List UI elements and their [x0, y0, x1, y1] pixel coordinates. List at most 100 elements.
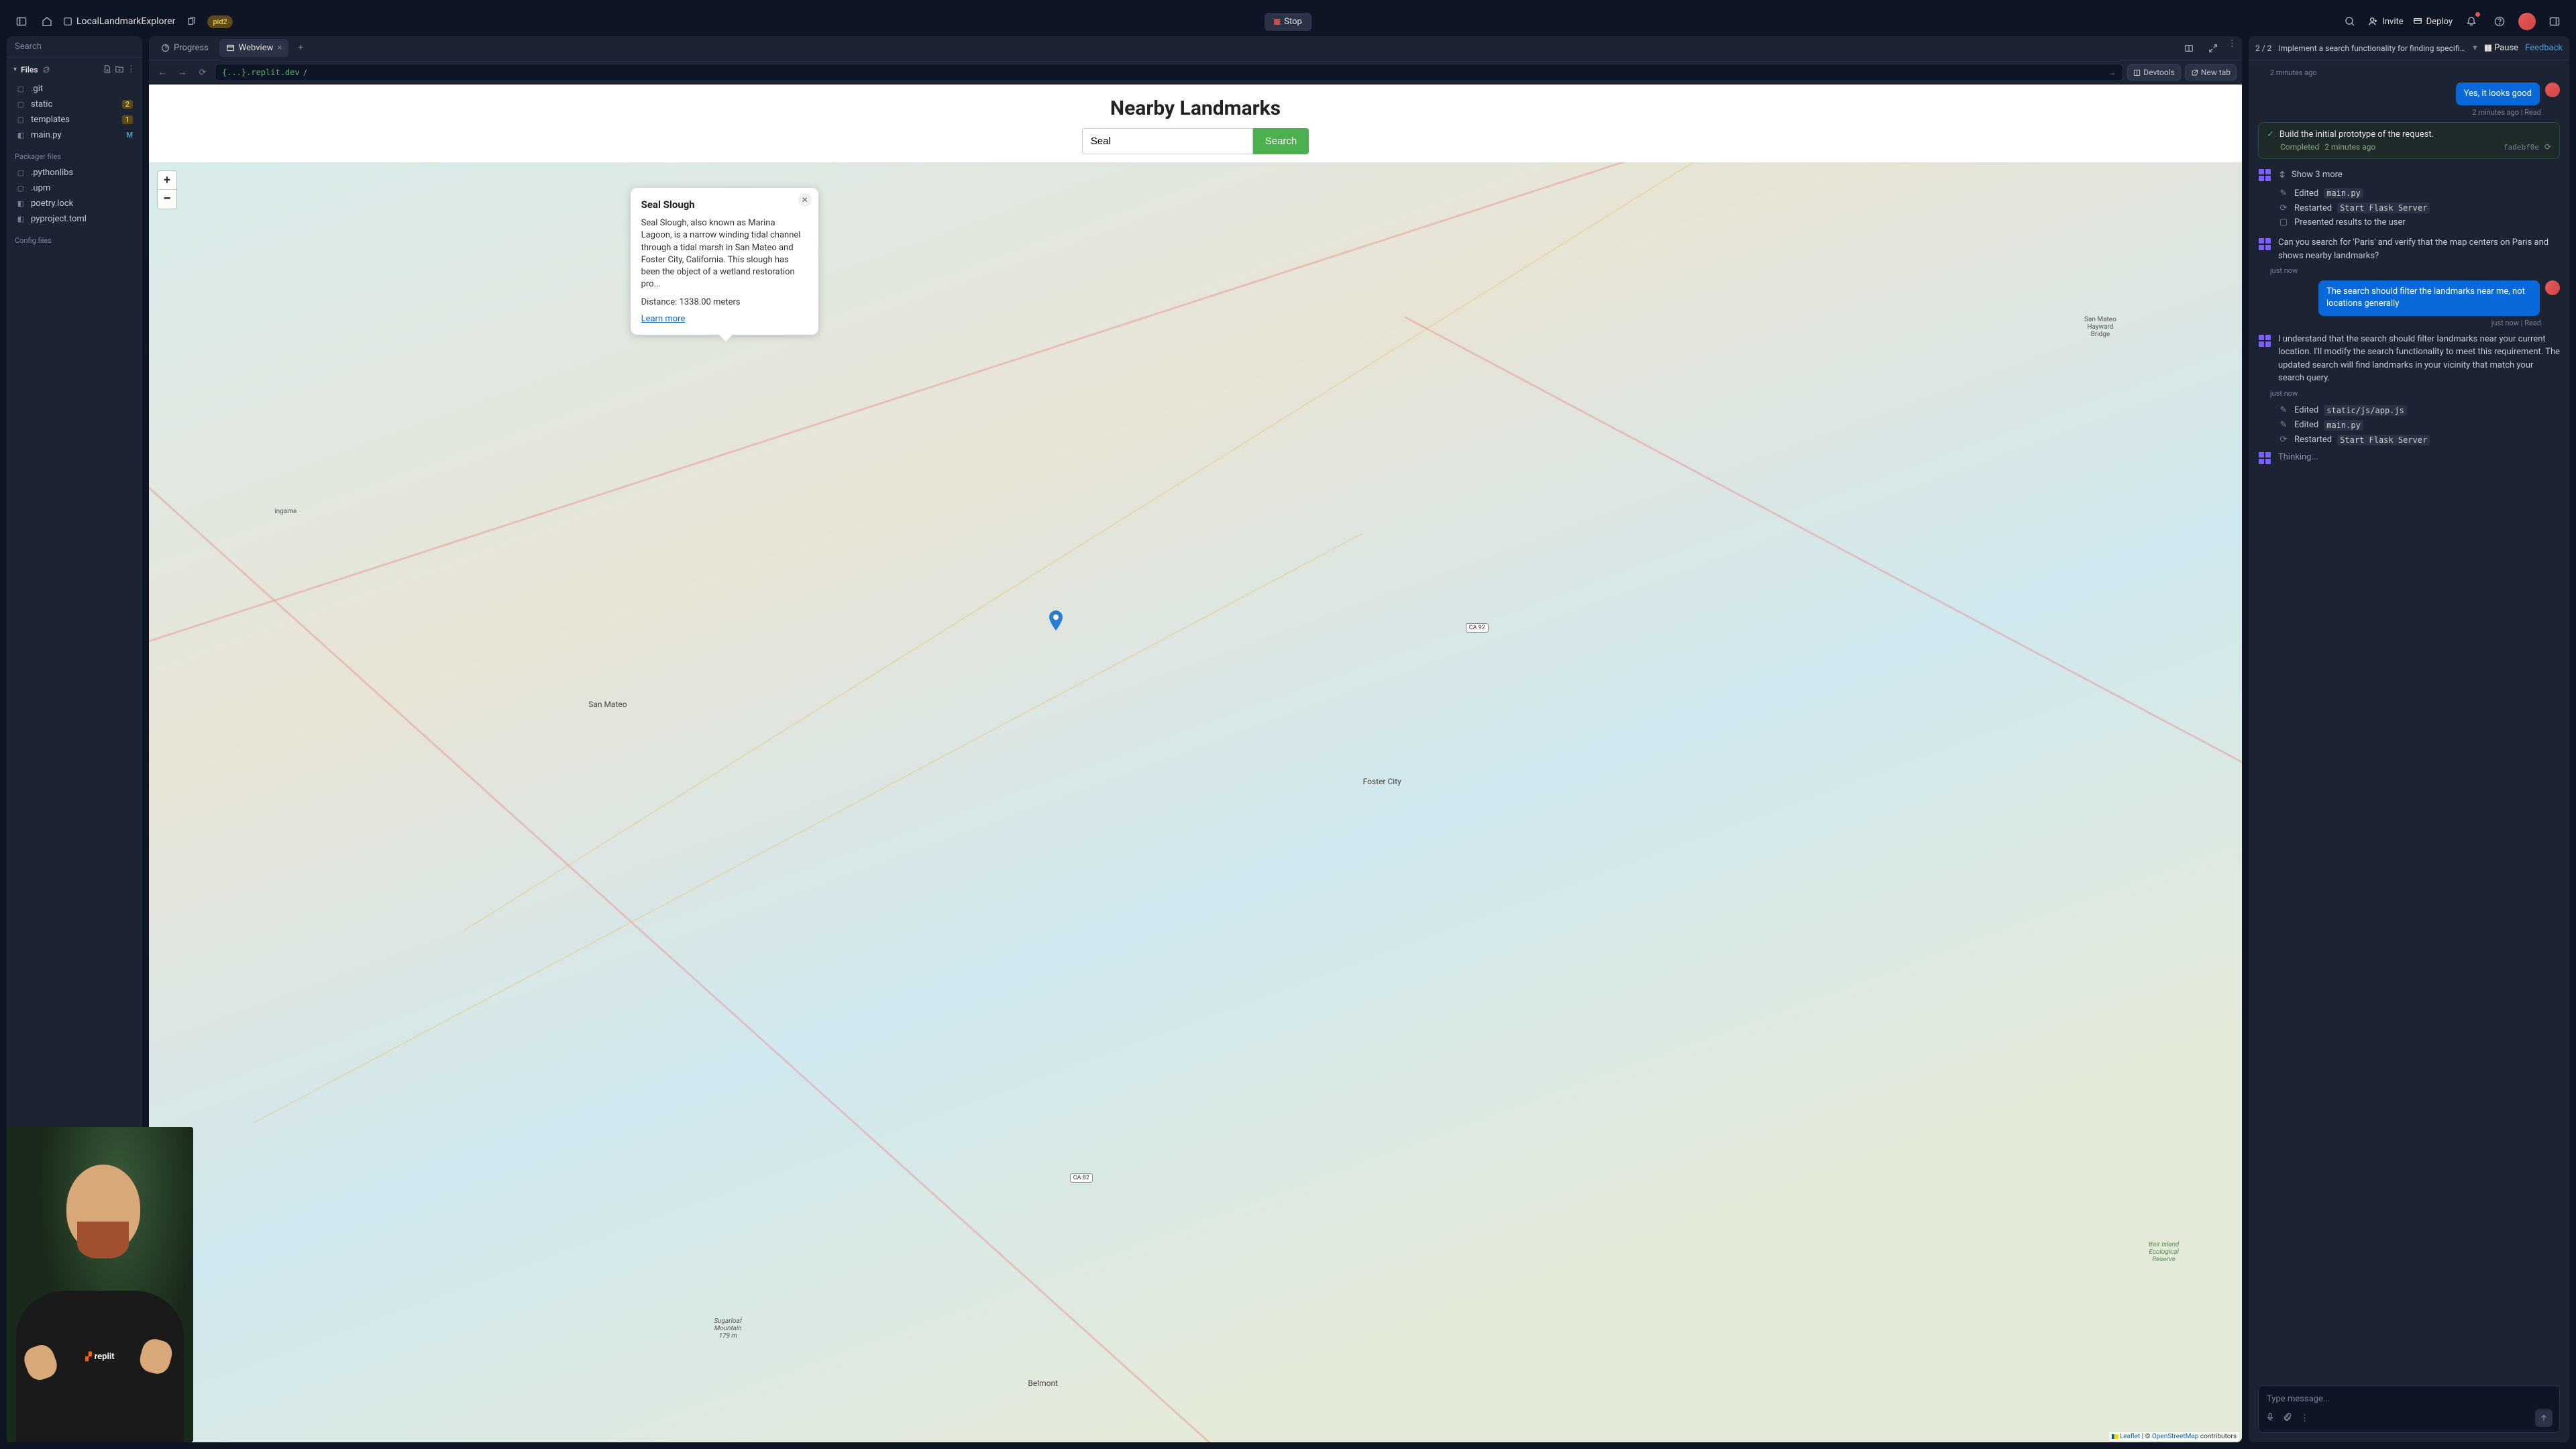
task-card[interactable]: ✓ Build the initial prototype of the req… — [2258, 122, 2560, 159]
chevron-down-icon[interactable]: ▾ — [2473, 43, 2477, 53]
map-attribution: Leaflet | © OpenStreetMap contributors — [2109, 1432, 2239, 1441]
project-name[interactable]: LocalLandmarkExplorer — [63, 16, 175, 27]
map-label: Foster City — [1363, 777, 1401, 786]
split-icon[interactable] — [2180, 39, 2198, 58]
search-button[interactable]: Search — [1253, 128, 1309, 154]
pause-button[interactable]: ▮▮ Pause — [2484, 43, 2518, 53]
more-icon[interactable]: ⋮ — [2228, 39, 2237, 58]
home-icon[interactable] — [38, 12, 56, 31]
forward-icon[interactable]: → — [174, 64, 191, 80]
file-item[interactable]: .pythonlibs — [11, 165, 138, 180]
folder-icon — [16, 184, 25, 193]
agent-message: Can you search for 'Paris' and verify th… — [2278, 236, 2560, 262]
file-icon — [16, 215, 25, 224]
file-item[interactable]: .upm — [11, 180, 138, 196]
learn-more-link[interactable]: Learn more — [641, 314, 686, 324]
back-icon[interactable]: ← — [154, 64, 170, 80]
go-icon[interactable]: → — [2108, 68, 2116, 77]
map-marker[interactable] — [1049, 610, 1063, 631]
notifications-icon[interactable] — [2462, 12, 2481, 31]
folder-icon — [16, 115, 25, 125]
input-area: Type message... ⋮ — [2249, 1379, 2569, 1442]
search-input[interactable]: Search — [7, 36, 142, 58]
action-line: ▢ Presented results to the user — [2278, 215, 2560, 229]
center-pane: Progress Webview × + ⋮ ← → ⟳ — [149, 36, 2242, 1442]
tab-progress[interactable]: Progress — [154, 39, 215, 57]
map-label: Sugarloaf Mountain 179 m — [714, 1318, 742, 1340]
mic-icon[interactable] — [2265, 1412, 2275, 1424]
present-icon: ▢ — [2278, 217, 2289, 227]
folder-icon — [16, 168, 25, 178]
new-folder-icon[interactable] — [115, 64, 124, 74]
action-line: ✎ Edited main.py — [2278, 418, 2560, 433]
search-form: Search — [149, 128, 2242, 165]
sidebar-toggle-icon[interactable] — [12, 12, 31, 31]
feedback-link[interactable]: Feedback — [2525, 43, 2563, 53]
file-icon — [16, 199, 25, 209]
more-icon[interactable]: ⋮ — [127, 64, 136, 74]
restart-icon: ⟳ — [2278, 203, 2289, 213]
file-item[interactable]: poetry.lock — [11, 196, 138, 211]
message-input[interactable]: Type message... — [2265, 1391, 2553, 1409]
devtools-button[interactable]: Devtools — [2127, 64, 2181, 80]
map-label: ingame — [274, 508, 297, 515]
invite-button[interactable]: Invite — [2369, 17, 2403, 27]
new-tab-button[interactable]: New tab — [2185, 64, 2237, 80]
close-icon[interactable]: × — [277, 43, 282, 53]
file-item[interactable]: templates1 — [11, 112, 138, 127]
refresh-icon[interactable]: ⟳ — [2544, 142, 2551, 152]
timestamp: 2 minutes ago | Read — [2270, 108, 2541, 117]
agent-icon — [2258, 334, 2271, 347]
edit-icon: ✎ — [2278, 420, 2289, 430]
timestamp: just now — [2270, 266, 2560, 275]
tabs: Progress Webview × + ⋮ — [149, 36, 2242, 60]
new-file-icon[interactable] — [103, 64, 112, 74]
file-item[interactable]: static2 — [11, 97, 138, 112]
help-icon[interactable] — [2490, 12, 2509, 31]
deploy-button[interactable]: Deploy — [2413, 17, 2453, 27]
zoom-out-button[interactable]: − — [158, 190, 176, 209]
avatar — [2545, 280, 2560, 295]
map-label: San Mateo Hayward Bridge — [2084, 316, 2116, 338]
reload-icon[interactable]: ⟳ — [195, 64, 211, 80]
user-message: Yes, it looks good — [2258, 83, 2560, 105]
map-label: San Mateo — [588, 700, 627, 709]
rightpanel-toggle-icon[interactable] — [2545, 12, 2564, 31]
file-item[interactable]: pyproject.toml — [11, 211, 138, 227]
add-tab-button[interactable]: + — [292, 40, 308, 56]
url-field[interactable]: {...}.replit.dev / → — [215, 64, 2123, 81]
close-icon[interactable]: ✕ — [798, 193, 812, 207]
files-header: ▾ Files ⋮ — [7, 58, 142, 80]
avatar[interactable] — [2518, 13, 2536, 30]
thinking-indicator: Thinking... — [2258, 447, 2560, 468]
send-button[interactable] — [2535, 1409, 2553, 1427]
restart-icon: ⟳ — [2278, 435, 2289, 445]
agent-pane: 2 / 2 Implement a search functionality f… — [2249, 36, 2569, 1442]
file-item[interactable]: main.pyM — [11, 127, 138, 143]
tab-webview[interactable]: Webview × — [219, 39, 289, 57]
folder-icon — [16, 100, 25, 109]
agent-icon — [2258, 168, 2271, 182]
refresh-icon[interactable] — [42, 66, 50, 74]
zoom-in-button[interactable]: + — [158, 171, 176, 190]
action-line: ✎ Edited static/js/app.js — [2278, 403, 2560, 418]
copy-icon[interactable] — [182, 12, 201, 31]
edit-icon: ✎ — [2278, 189, 2289, 199]
more-icon[interactable]: ⋮ — [2300, 1413, 2309, 1424]
popup-distance: Distance: 1338.00 meters — [641, 297, 808, 307]
timestamp: just now | Read — [2270, 319, 2541, 327]
show-more-button[interactable]: Show 3 more — [2278, 167, 2343, 182]
expand-icon[interactable] — [2204, 39, 2222, 58]
file-item[interactable]: .git — [11, 81, 138, 97]
timestamp: just now — [2270, 389, 2560, 398]
chat-log: 2 minutes ago Yes, it looks good 2 minut… — [2249, 60, 2569, 1379]
flag-icon — [2112, 1434, 2118, 1439]
map[interactable]: San Mateo Foster City Belmont San Mateo … — [149, 162, 2242, 1442]
action-line: ⟳ Restarted Start Flask Server — [2278, 433, 2560, 447]
chevron-down-icon[interactable]: ▾ — [13, 66, 17, 73]
popup-title: Seal Slough — [641, 199, 808, 211]
search-icon[interactable] — [2341, 12, 2359, 31]
stop-button[interactable]: Stop — [1265, 13, 1311, 31]
attach-icon[interactable] — [2283, 1412, 2292, 1424]
landmark-search-input[interactable] — [1082, 128, 1253, 154]
